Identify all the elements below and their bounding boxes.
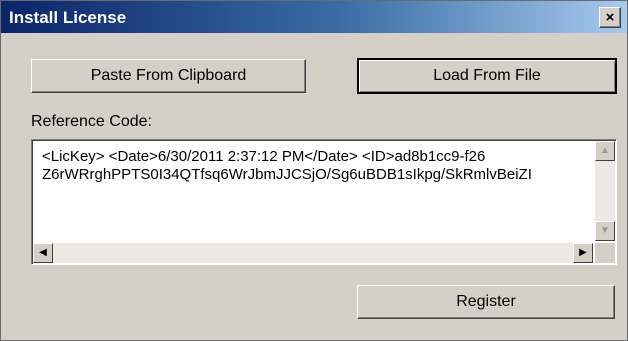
reference-code-line-1: <LicKey> <Date>6/30/2011 2:37:12 PM</Dat… — [42, 148, 486, 165]
install-license-dialog: Install License × Paste From Clipboard L… — [0, 0, 628, 341]
paste-from-clipboard-label: Paste From Clipboard — [90, 67, 247, 84]
scroll-left-icon: ◀ — [39, 247, 47, 258]
scroll-left-button[interactable]: ◀ — [33, 243, 53, 263]
load-from-file-label: Load From File — [433, 67, 541, 84]
paste-from-clipboard-button[interactable]: Paste From Clipboard — [31, 59, 306, 93]
dialog-title: Install License — [9, 8, 127, 27]
scroll-down-button[interactable]: ▼ — [595, 221, 615, 241]
scroll-right-button[interactable]: ▶ — [573, 243, 593, 263]
scroll-down-icon: ▼ — [600, 225, 610, 236]
close-icon: × — [605, 9, 615, 26]
vertical-scrollbar[interactable]: ▲ ▼ — [595, 141, 615, 241]
load-from-file-button[interactable]: Load From File — [357, 58, 617, 94]
scrollbar-corner — [595, 243, 615, 263]
reference-code-line-2: Z6rWRrghPPTS0I34QTfsq6WrJbmJJCSjO/Sg6uBD… — [42, 166, 532, 183]
reference-code-label: Reference Code: — [31, 113, 152, 130]
title-bar[interactable]: Install License × — [1, 1, 627, 33]
horizontal-scrollbar[interactable]: ◀ ▶ — [33, 243, 593, 263]
register-label: Register — [456, 293, 516, 310]
scroll-up-button[interactable]: ▲ — [595, 141, 615, 161]
close-button[interactable]: × — [599, 7, 621, 28]
register-button[interactable]: Register — [357, 285, 615, 319]
reference-code-textarea[interactable]: <LicKey> <Date>6/30/2011 2:37:12 PM</Dat… — [31, 139, 617, 265]
scroll-right-icon: ▶ — [579, 247, 587, 258]
scroll-up-icon: ▲ — [600, 145, 610, 156]
